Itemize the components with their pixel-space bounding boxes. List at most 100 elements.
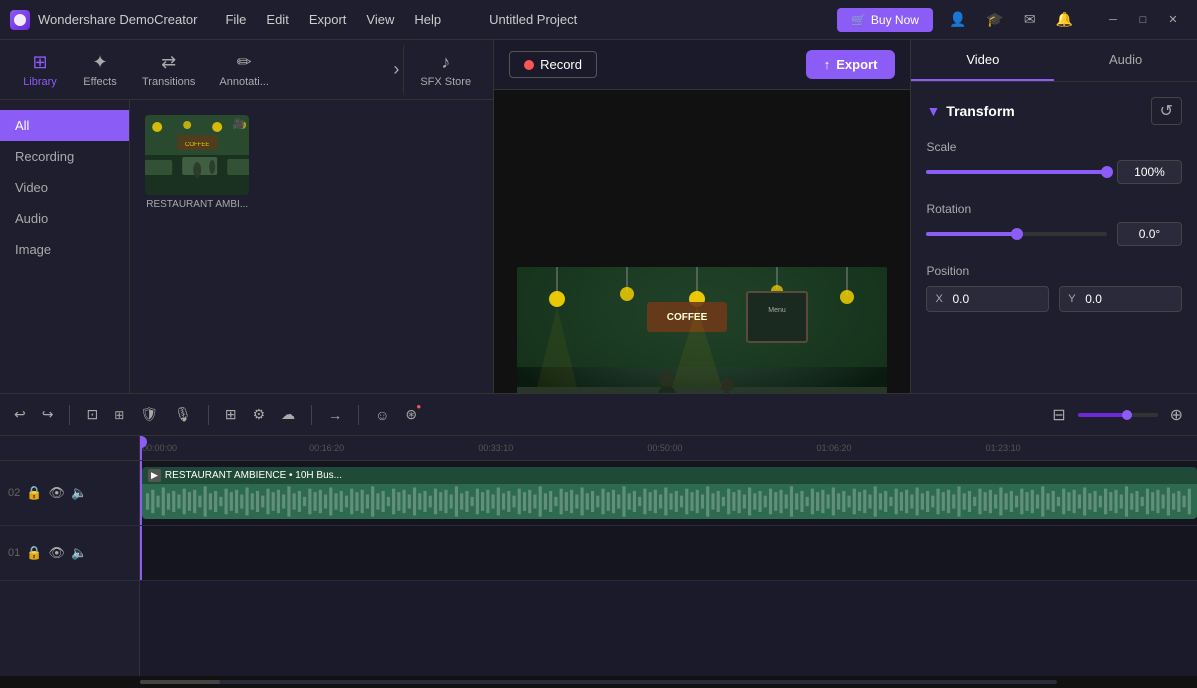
tab-audio[interactable]: Audio [1054,40,1197,81]
list-item[interactable]: COFFEE 🎥 RESTAURANT AMBI... [145,115,249,210]
position-y-value: 0.0 [1085,292,1102,306]
buy-now-button[interactable]: 🛒 Buy Now [837,8,933,32]
zoom-fit-button[interactable]: ⊞ [221,402,241,427]
scrollbar-track[interactable] [140,680,1057,684]
split-button[interactable]: ⊞ [110,404,128,426]
track-playhead [140,461,142,525]
rotation-control [926,222,1182,246]
arrow-button[interactable]: → [324,403,346,427]
upload-icon: ↑ [824,57,831,72]
bell-icon[interactable]: 🔔 [1050,9,1079,30]
sidebar-item-recording[interactable]: Recording [0,141,129,172]
mic-button[interactable]: 🎙 [170,402,196,427]
rotation-property: Rotation [926,202,1182,246]
timeline-scrollbar[interactable] [0,676,1197,688]
video-clip[interactable]: ▶ RESTAURANT AMBIENCE • 10H Bus... [142,467,1197,519]
nav-help[interactable]: Help [414,12,441,27]
clip-title: RESTAURANT AMBIENCE • 10H Bus... [165,470,342,481]
zoom-thumb[interactable] [1122,410,1132,420]
scale-slider[interactable] [926,170,1107,174]
ruler-mark-5: 01:23:10 [986,443,1021,453]
learn-icon[interactable]: 🎓 [980,9,1009,30]
app-name: Wondershare DemoCreator [38,12,197,27]
media-thumbnail: COFFEE 🎥 [145,115,249,195]
ruler-mark-2: 00:33:10 [478,443,513,453]
properties-tabs: Video Audio [911,40,1197,82]
nav-file[interactable]: File [225,12,246,27]
scale-thumb[interactable] [1101,166,1113,178]
nav-view[interactable]: View [366,12,394,27]
timeline: ↩ ↪ ⊡ ⊞ 🛡 🎙 ⊞ ⚙ ☁ → ☺ ●⊛ ⊟ ⊕ [0,393,1197,688]
settings-button[interactable]: ⚙ [249,402,270,427]
zoom-out-button[interactable]: ⊕ [1166,401,1187,429]
tab-sfx[interactable]: ♪ SFX Store [403,44,483,96]
svg-text:Menu: Menu [768,307,786,314]
account-icon[interactable]: 👤 [943,9,972,30]
timeline-toolbar: ↩ ↪ ⊡ ⊞ 🛡 🎙 ⊞ ⚙ ☁ → ☺ ●⊛ ⊟ ⊕ [0,394,1197,436]
rotation-thumb[interactable] [1011,228,1023,240]
lock-icon-02[interactable]: 🔒 [26,485,42,501]
nav-export[interactable]: Export [309,12,347,27]
playhead-line [140,436,142,460]
sidebar-item-all[interactable]: All [0,110,129,141]
nav-edit[interactable]: Edit [266,12,288,27]
scale-property: Scale [926,140,1182,184]
avatar-button[interactable]: ●⊛ [401,402,421,427]
tab-video[interactable]: Video [911,40,1054,81]
mail-icon[interactable]: ✉ [1018,9,1042,30]
shield-button[interactable]: 🛡 [136,402,162,427]
track-02-content: ▶ RESTAURANT AMBIENCE • 10H Bus... [140,461,1197,526]
close-button[interactable]: ✕ [1159,10,1187,30]
track-01-content [140,526,1197,581]
position-property: Position X 0.0 Y 0.0 [926,264,1182,312]
sidebar-item-audio[interactable]: Audio [0,203,129,234]
x-label: X [935,293,947,305]
track-02-header: 02 🔒 👁 🔈 [0,461,139,526]
reset-transform-button[interactable]: ↺ [1151,97,1182,125]
zoom-fill [1078,413,1126,417]
sidebar-item-image[interactable]: Image [0,234,129,265]
svg-text:COFFEE: COFFEE [185,142,209,148]
position-x-value: 0.0 [952,292,969,306]
eye-icon-01[interactable]: 👁 [48,545,65,561]
position-controls: X 0.0 Y 0.0 [926,286,1182,312]
audio-icon-02[interactable]: 🔈 [71,485,87,501]
crop-button[interactable]: ⊡ [82,402,102,427]
sfx-icon: ♪ [441,52,450,73]
transitions-icon: ⇄ [161,52,176,73]
cloud-button[interactable]: ☁ [277,402,299,427]
audio-icon-01[interactable]: 🔈 [71,545,87,561]
clip-waveform [142,484,1197,519]
maximize-button[interactable]: □ [1129,10,1157,30]
undo-button[interactable]: ↩ [10,402,30,427]
zoom-in-button[interactable]: ⊟ [1048,401,1069,429]
export-button[interactable]: ↑ Export [806,50,896,79]
scale-value-input[interactable] [1117,160,1182,184]
position-y-field: Y 0.0 [1059,286,1182,312]
scrollbar-thumb[interactable] [140,680,220,684]
zoom-slider[interactable] [1078,413,1158,417]
tab-annotations[interactable]: ✏ Annotati... [207,44,281,96]
eye-icon-02[interactable]: 👁 [48,485,65,501]
ruler-mark-3: 00:50:00 [647,443,682,453]
tab-effects[interactable]: ✦ Effects [70,44,130,96]
tab-library[interactable]: ⊞ Library [10,44,70,96]
lock-icon-01[interactable]: 🔒 [26,545,42,561]
track-01-playhead [140,526,142,580]
scale-label: Scale [926,140,1182,154]
rotation-value-input[interactable] [1117,222,1182,246]
minimize-button[interactable]: ─ [1099,10,1127,30]
position-x-field: X 0.0 [926,286,1049,312]
titlebar-left: Wondershare DemoCreator File Edit Export… [10,10,577,30]
emoji-button[interactable]: ☺ [371,403,393,427]
more-tabs-icon[interactable]: › [393,59,399,80]
record-button[interactable]: Record [509,51,597,78]
redo-button[interactable]: ↪ [38,402,58,427]
sidebar-item-video[interactable]: Video [0,172,129,203]
toolbar-tabs: ⊞ Library ✦ Effects ⇄ Transitions ✏ Anno… [0,40,493,100]
nav-menu: File Edit Export View Help [225,12,441,27]
collapse-icon[interactable]: ▼ [926,103,940,119]
project-title: Untitled Project [489,12,577,27]
rotation-slider[interactable] [926,232,1107,236]
tab-transitions[interactable]: ⇄ Transitions [130,44,207,96]
